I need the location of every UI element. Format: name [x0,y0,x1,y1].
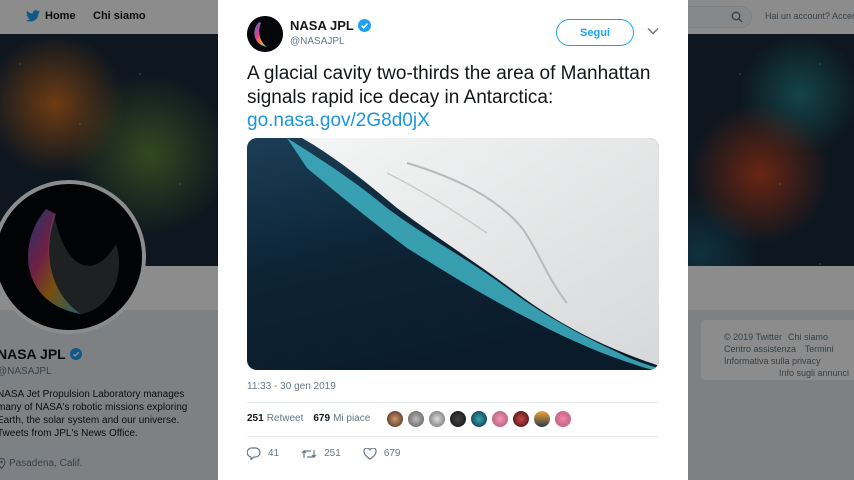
follow-button[interactable]: Segui [556,19,634,46]
like-count: 679 [313,413,331,424]
tweet-timestamp[interactable]: 11:33 - 30 gen 2019 [247,381,336,392]
liker-avatar[interactable] [491,410,509,428]
tweet-link[interactable]: go.nasa.gov/2G8d0jX [247,110,430,131]
liker-avatar[interactable] [386,410,404,428]
like-action-count: 679 [383,448,401,459]
retweet-count: 251 [247,413,264,424]
tweet-photo[interactable] [247,138,659,370]
like-label: Mi piace [333,413,371,424]
liker-avatar[interactable] [428,410,446,428]
retweet-button[interactable]: 251 [301,448,341,460]
reply-count: 41 [268,448,280,459]
liker-avatar[interactable] [449,410,467,428]
divider [247,436,659,437]
like-stat[interactable]: 679 Mi piace [313,413,370,424]
like-icon [363,447,377,460]
tweet-text: A glacial cavity two-thirds the area of … [247,62,667,133]
author-name-text: NASA JPL [290,18,354,33]
like-button[interactable]: 679 [363,447,401,460]
liker-avatar[interactable] [470,410,488,428]
retweet-icon [301,449,317,458]
author-handle[interactable]: @NASAJPL [290,36,345,47]
liker-avatars [386,410,572,428]
tweet-modal: NASA JPL @NASAJPL Segui A glacial cavity… [218,0,688,480]
retweet-stat[interactable]: 251 Retweet [247,413,303,424]
retweet-label: Retweet [266,413,304,424]
liker-avatar[interactable] [554,410,572,428]
verified-badge-icon [357,19,371,32]
liker-avatar[interactable] [512,410,530,428]
reply-button[interactable]: 41 [247,447,279,460]
tweet-body: A glacial cavity two-thirds the area of … [247,63,651,108]
reply-icon [247,447,261,460]
chevron-down-icon[interactable] [647,27,659,35]
retweet-action-count: 251 [324,448,341,459]
divider [247,402,659,403]
author-name[interactable]: NASA JPL [290,18,371,33]
engagement-stats: 251 Retweet 679 Mi piace [247,413,370,424]
tweet-actions: 41 251 679 [247,447,423,460]
liker-avatar[interactable] [407,410,425,428]
liker-avatar[interactable] [533,410,551,428]
author-avatar[interactable] [247,16,283,52]
